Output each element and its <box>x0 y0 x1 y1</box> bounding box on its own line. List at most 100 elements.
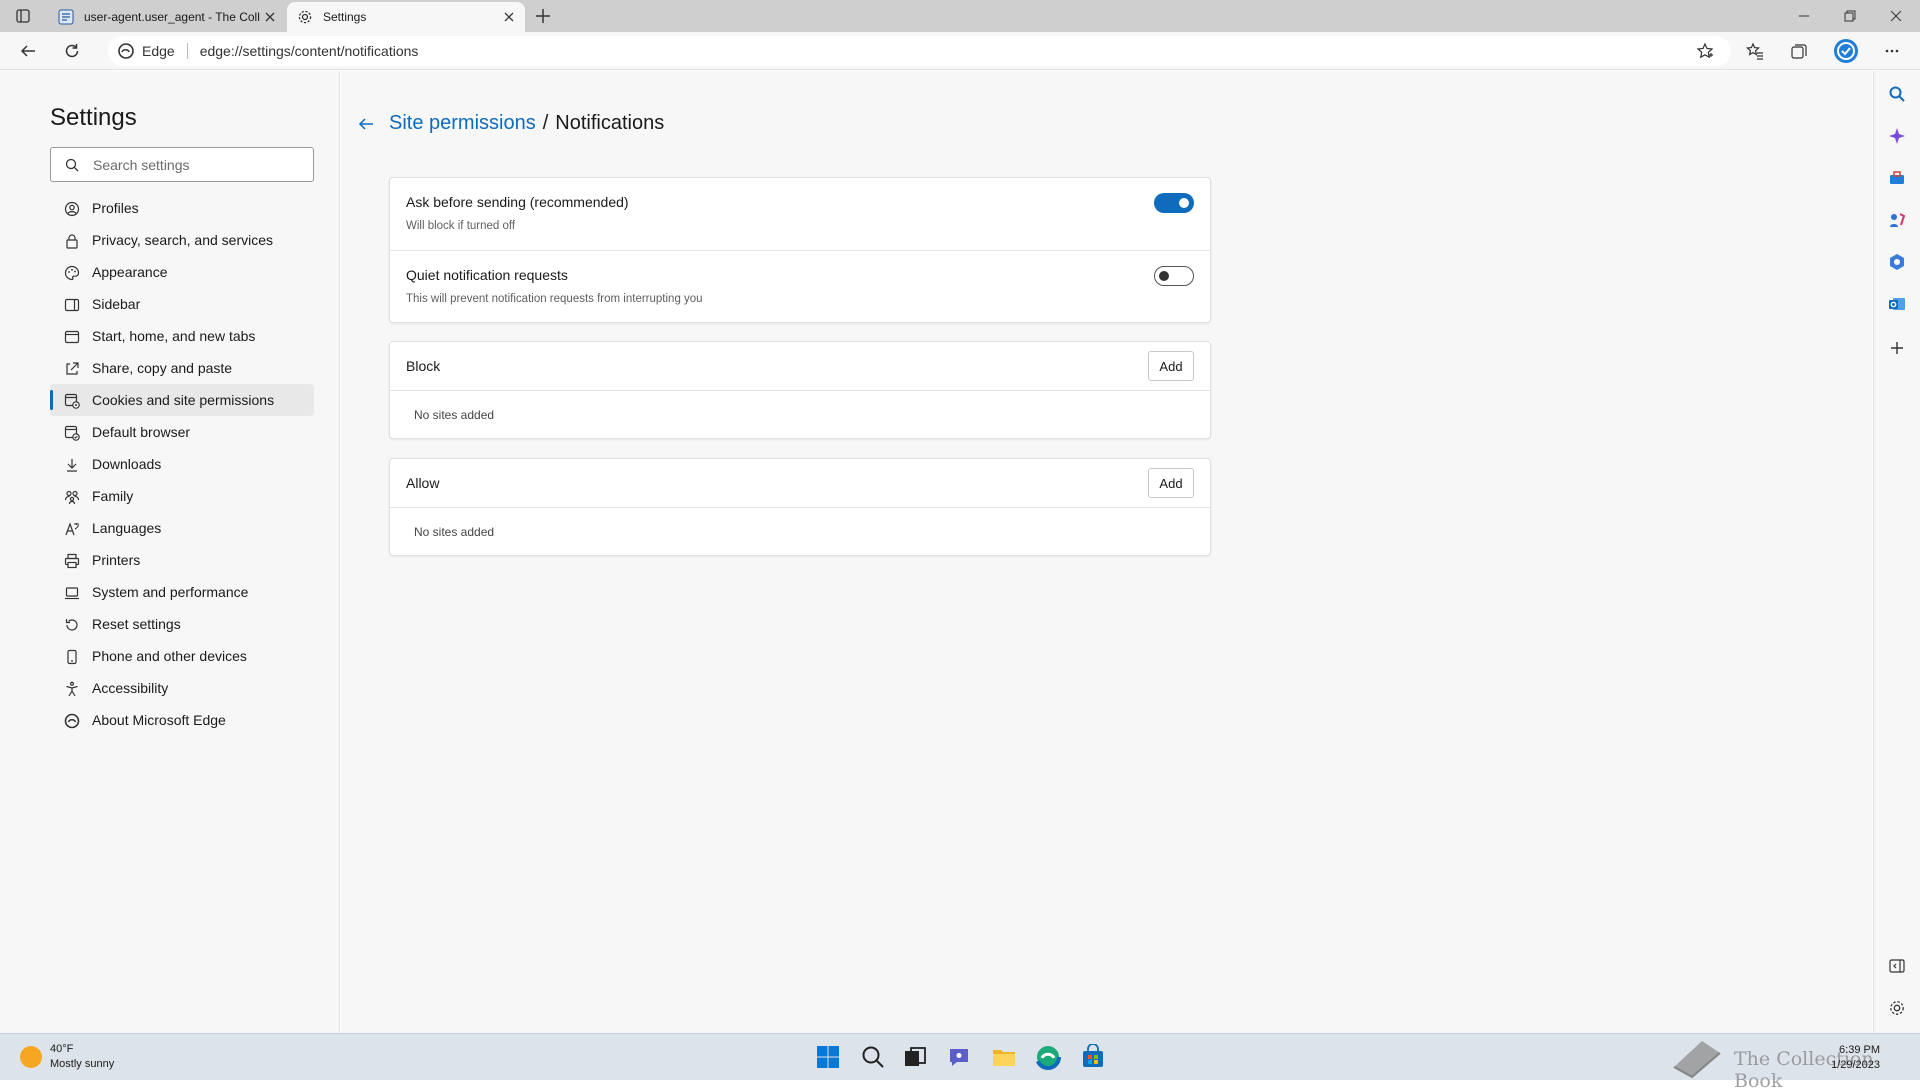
sun-icon <box>20 1046 42 1068</box>
browser-toolbar: Edge edge://settings/content/notificatio… <box>0 32 1920 70</box>
weather-widget[interactable]: 40°F Mostly sunny <box>20 1042 114 1072</box>
edge-taskbar-icon[interactable] <box>1035 1044 1061 1070</box>
add-favorite-icon[interactable] <box>1693 39 1717 63</box>
sidebar-item-sidebar[interactable]: Sidebar <box>50 288 314 320</box>
settings-title: Settings <box>50 104 137 131</box>
games-icon[interactable] <box>1888 211 1906 229</box>
sidebar-item-profiles[interactable]: Profiles <box>50 192 314 224</box>
restore-button[interactable] <box>1827 0 1873 32</box>
sidebar-item-accessibility[interactable]: Accessibility <box>50 672 314 704</box>
sidebar-item-label: Downloads <box>92 456 162 472</box>
sidebar-item-label: Accessibility <box>92 680 169 696</box>
edge-sidebar <box>1873 71 1920 1033</box>
gear-icon <box>297 9 313 25</box>
block-title: Block <box>406 358 441 374</box>
add-icon[interactable] <box>1888 339 1906 357</box>
more-options-icon[interactable] <box>1880 39 1904 63</box>
appearance-icon <box>64 265 80 281</box>
refresh-button[interactable] <box>60 39 84 63</box>
tab-settings[interactable]: Settings <box>287 2 525 32</box>
address-divider <box>186 43 188 59</box>
sidebar-item-label: Reset settings <box>92 616 181 632</box>
page-title: Notifications <box>555 112 665 134</box>
close-tab-icon[interactable] <box>501 9 517 25</box>
breadcrumb-separator: / <box>542 112 549 134</box>
close-window-button[interactable] <box>1873 0 1919 32</box>
sidebar-item-appearance[interactable]: Appearance <box>50 256 314 288</box>
edge-logo-icon <box>118 43 134 59</box>
close-tab-icon[interactable] <box>262 9 278 25</box>
url-text[interactable]: edge://settings/content/notifications <box>200 43 419 59</box>
teams-chat-icon[interactable] <box>946 1044 972 1070</box>
collections-icon[interactable] <box>1787 39 1811 63</box>
back-button[interactable] <box>16 39 40 63</box>
sidebar-item-share[interactable]: Share, copy and paste <box>50 352 314 384</box>
sidebar-item-system[interactable]: System and performance <box>50 576 314 608</box>
minimize-button[interactable] <box>1781 0 1827 32</box>
weather-text: 40°F Mostly sunny <box>50 1042 114 1072</box>
site-identity-label: Edge <box>142 43 175 59</box>
favorites-icon[interactable] <box>1743 39 1767 63</box>
taskbar-search-icon[interactable] <box>860 1044 886 1070</box>
quiet-requests-toggle[interactable] <box>1154 266 1194 286</box>
tools-icon[interactable] <box>1888 169 1906 187</box>
search-input[interactable]: Search settings <box>50 147 314 182</box>
sidebar-item-label: System and performance <box>92 584 249 600</box>
search-icon[interactable] <box>1888 85 1906 103</box>
sidebar-item-family[interactable]: Family <box>50 480 314 512</box>
setting-row-ask-before-sending: Ask before sending (recommended) Will bl… <box>390 178 1210 251</box>
address-bar[interactable]: Edge edge://settings/content/notificatio… <box>108 36 1731 66</box>
accessibility-icon <box>64 681 80 697</box>
outlook-icon[interactable] <box>1888 295 1906 313</box>
sidebar-item-label: Phone and other devices <box>92 648 247 664</box>
download-icon <box>64 457 80 473</box>
toggle-knob <box>1179 198 1189 208</box>
clock-time: 6:39 PM <box>1839 1044 1880 1056</box>
block-list: No sites added <box>390 391 1210 439</box>
tab-user-agent[interactable]: user-agent.user_agent - The Coll <box>46 2 286 32</box>
watermark-text: The Collection Book <box>1734 1048 1874 1092</box>
new-tab-button[interactable] <box>533 6 553 26</box>
file-explorer-icon[interactable] <box>991 1044 1017 1070</box>
task-view-icon[interactable] <box>902 1044 928 1070</box>
printer-icon <box>64 553 80 569</box>
sidebar-item-label: Printers <box>92 552 141 568</box>
setting-title: Quiet notification requests <box>406 267 568 283</box>
allow-title: Allow <box>406 475 440 491</box>
page-favicon-icon <box>58 9 74 25</box>
sidebar-item-label: Appearance <box>92 264 168 280</box>
back-arrow-icon[interactable] <box>357 115 375 133</box>
breadcrumb-link-site-permissions[interactable]: Site permissions <box>389 112 536 135</box>
block-header: Block Add <box>390 342 1210 391</box>
discover-sparkle-icon[interactable] <box>1888 127 1906 145</box>
sidebar-item-reset[interactable]: Reset settings <box>50 608 314 640</box>
tab-actions-icon[interactable] <box>15 8 31 24</box>
tab-title: Settings <box>323 10 367 24</box>
gear-icon[interactable] <box>1888 999 1906 1017</box>
store-icon[interactable] <box>1080 1044 1106 1070</box>
sidebar-item-privacy[interactable]: Privacy, search, and services <box>50 224 314 256</box>
sidebar-item-start-home[interactable]: Start, home, and new tabs <box>50 320 314 352</box>
allow-add-button[interactable]: Add <box>1148 468 1194 498</box>
sidebar-item-about[interactable]: About Microsoft Edge <box>50 704 314 736</box>
sidebar-item-languages[interactable]: Languages <box>50 512 314 544</box>
office-icon[interactable] <box>1888 253 1906 271</box>
sidebar-item-cookies[interactable]: Cookies and site permissions <box>50 384 314 416</box>
sidebar-item-downloads[interactable]: Downloads <box>50 448 314 480</box>
system-clock[interactable]: 6:39 PM 1/29/2023 <box>1831 1043 1880 1073</box>
sidebar-item-printers[interactable]: Printers <box>50 544 314 576</box>
sidebar-item-default-browser[interactable]: Default browser <box>50 416 314 448</box>
clock-date: 1/29/2023 <box>1831 1059 1880 1071</box>
sidebar-item-phone[interactable]: Phone and other devices <box>50 640 314 672</box>
sidebar-item-label: Family <box>92 488 134 504</box>
notification-options-card: Ask before sending (recommended) Will bl… <box>389 177 1211 323</box>
search-icon <box>65 158 79 172</box>
hide-sidebar-icon[interactable] <box>1888 957 1906 975</box>
windows-start-icon[interactable] <box>815 1044 841 1070</box>
tab-title: user-agent.user_agent - The Coll <box>84 10 260 24</box>
profile-avatar[interactable] <box>1833 38 1859 64</box>
edge-icon <box>64 713 80 729</box>
sidebar-item-label: Start, home, and new tabs <box>92 328 256 344</box>
ask-before-sending-toggle[interactable] <box>1154 193 1194 213</box>
block-add-button[interactable]: Add <box>1148 351 1194 381</box>
